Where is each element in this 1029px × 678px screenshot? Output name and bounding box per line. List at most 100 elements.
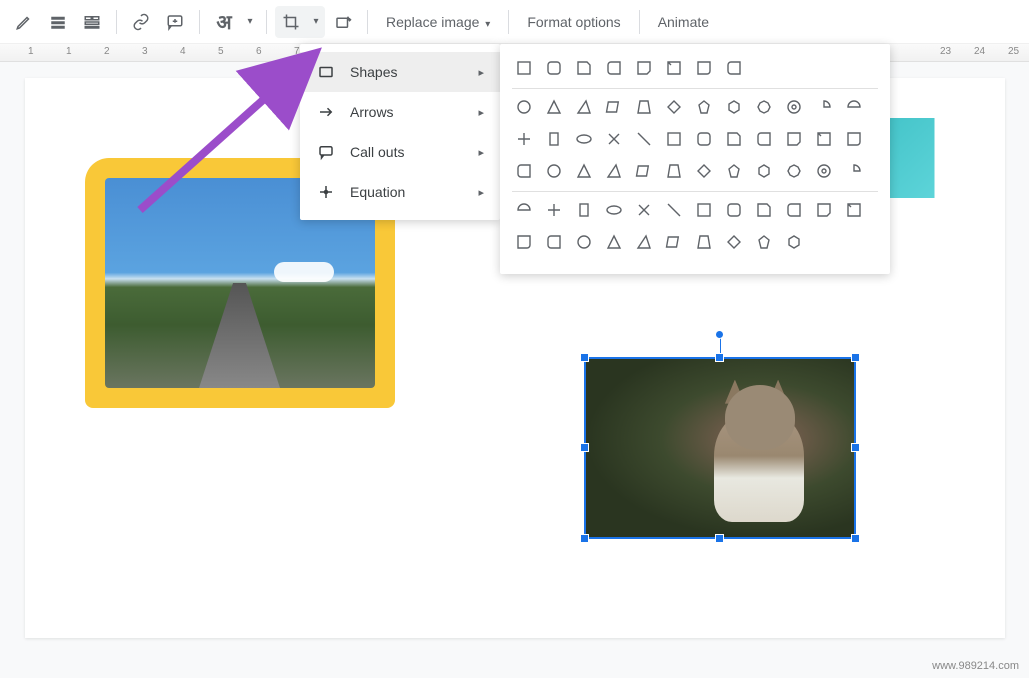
shape-option-3-4[interactable] bbox=[632, 127, 656, 151]
shape-option-5-6[interactable] bbox=[692, 198, 716, 222]
shape-option-1-7[interactable] bbox=[722, 56, 746, 80]
edit-tool-icon[interactable] bbox=[8, 6, 40, 38]
shape-option-4-11[interactable] bbox=[842, 159, 866, 183]
layout-icon[interactable] bbox=[76, 6, 108, 38]
shape-option-2-10[interactable] bbox=[812, 95, 836, 119]
menu-item-callouts[interactable]: Call outs ▸ bbox=[300, 132, 500, 172]
shape-option-2-0[interactable] bbox=[512, 95, 536, 119]
resize-handle-tm[interactable] bbox=[715, 353, 724, 362]
shape-option-4-0[interactable] bbox=[512, 159, 536, 183]
shape-option-3-5[interactable] bbox=[662, 127, 686, 151]
shape-option-5-7[interactable] bbox=[722, 198, 746, 222]
shape-option-2-2[interactable] bbox=[572, 95, 596, 119]
shape-option-6-7[interactable] bbox=[722, 230, 746, 254]
selected-image[interactable] bbox=[585, 358, 855, 538]
shape-option-6-4[interactable] bbox=[632, 230, 656, 254]
shape-row-3 bbox=[512, 127, 878, 151]
shape-option-5-2[interactable] bbox=[572, 198, 596, 222]
shape-option-4-9[interactable] bbox=[782, 159, 806, 183]
shape-option-1-5[interactable] bbox=[662, 56, 686, 80]
resize-handle-br[interactable] bbox=[851, 534, 860, 543]
shape-option-2-4[interactable] bbox=[632, 95, 656, 119]
shape-option-1-0[interactable] bbox=[512, 56, 536, 80]
shape-option-5-3[interactable] bbox=[602, 198, 626, 222]
shape-option-5-8[interactable] bbox=[752, 198, 776, 222]
shape-option-6-8[interactable] bbox=[752, 230, 776, 254]
shape-option-4-7[interactable] bbox=[722, 159, 746, 183]
shape-option-2-1[interactable] bbox=[542, 95, 566, 119]
shape-option-3-3[interactable] bbox=[602, 127, 626, 151]
format-options-button[interactable]: Format options bbox=[517, 8, 630, 36]
shape-option-5-0[interactable] bbox=[512, 198, 536, 222]
shape-option-6-9[interactable] bbox=[782, 230, 806, 254]
shape-option-4-3[interactable] bbox=[602, 159, 626, 183]
shape-option-3-10[interactable] bbox=[812, 127, 836, 151]
resize-handle-mr[interactable] bbox=[851, 443, 860, 452]
resize-handle-bm[interactable] bbox=[715, 534, 724, 543]
menu-item-equation[interactable]: Equation ▸ bbox=[300, 172, 500, 212]
resize-handle-bl[interactable] bbox=[580, 534, 589, 543]
shape-option-1-4[interactable] bbox=[632, 56, 656, 80]
shape-option-2-3[interactable] bbox=[602, 95, 626, 119]
crop-caret-icon[interactable]: ▾ bbox=[307, 6, 325, 38]
shape-option-3-0[interactable] bbox=[512, 127, 536, 151]
shape-option-3-2[interactable] bbox=[572, 127, 596, 151]
shape-option-4-6[interactable] bbox=[692, 159, 716, 183]
rotate-handle[interactable] bbox=[715, 330, 724, 339]
shape-option-4-1[interactable] bbox=[542, 159, 566, 183]
shape-option-3-11[interactable] bbox=[842, 127, 866, 151]
shape-option-4-5[interactable] bbox=[662, 159, 686, 183]
crop-icon[interactable] bbox=[275, 6, 307, 38]
reset-image-icon[interactable] bbox=[327, 6, 359, 38]
text-style-icon[interactable]: अ bbox=[208, 6, 240, 38]
shape-option-6-5[interactable] bbox=[662, 230, 686, 254]
shape-option-3-7[interactable] bbox=[722, 127, 746, 151]
shape-option-4-4[interactable] bbox=[632, 159, 656, 183]
dropdown-caret-icon[interactable]: ▾ bbox=[242, 6, 258, 38]
shape-option-2-8[interactable] bbox=[752, 95, 776, 119]
shape-option-1-3[interactable] bbox=[602, 56, 626, 80]
shape-option-5-9[interactable] bbox=[782, 198, 806, 222]
shape-option-1-2[interactable] bbox=[572, 56, 596, 80]
chevron-right-icon: ▸ bbox=[478, 66, 484, 79]
shape-option-5-1[interactable] bbox=[542, 198, 566, 222]
shape-option-3-9[interactable] bbox=[782, 127, 806, 151]
separator bbox=[639, 10, 640, 34]
shape-option-4-2[interactable] bbox=[572, 159, 596, 183]
mask-dropdown-menu: Shapes ▸ Arrows ▸ Call outs ▸ Equation ▸ bbox=[300, 44, 500, 220]
divider bbox=[512, 88, 878, 89]
shape-option-1-1[interactable] bbox=[542, 56, 566, 80]
shape-option-6-0[interactable] bbox=[512, 230, 536, 254]
shape-option-2-11[interactable] bbox=[842, 95, 866, 119]
comment-icon[interactable] bbox=[159, 6, 191, 38]
shape-option-2-5[interactable] bbox=[662, 95, 686, 119]
shape-row-4 bbox=[512, 159, 878, 183]
shape-option-4-8[interactable] bbox=[752, 159, 776, 183]
resize-handle-tr[interactable] bbox=[851, 353, 860, 362]
shape-option-5-5[interactable] bbox=[662, 198, 686, 222]
shape-option-3-1[interactable] bbox=[542, 127, 566, 151]
shape-option-6-1[interactable] bbox=[542, 230, 566, 254]
resize-handle-tl[interactable] bbox=[580, 353, 589, 362]
replace-image-button[interactable]: Replace image ▾ bbox=[376, 8, 500, 36]
shape-option-5-4[interactable] bbox=[632, 198, 656, 222]
shape-option-5-10[interactable] bbox=[812, 198, 836, 222]
shape-option-6-6[interactable] bbox=[692, 230, 716, 254]
shape-option-2-6[interactable] bbox=[692, 95, 716, 119]
shape-option-5-11[interactable] bbox=[842, 198, 866, 222]
link-icon[interactable] bbox=[125, 6, 157, 38]
resize-handle-ml[interactable] bbox=[580, 443, 589, 452]
shape-option-3-6[interactable] bbox=[692, 127, 716, 151]
shape-option-4-10[interactable] bbox=[812, 159, 836, 183]
shape-option-3-8[interactable] bbox=[752, 127, 776, 151]
menu-item-shapes[interactable]: Shapes ▸ bbox=[300, 52, 500, 92]
shape-option-2-9[interactable] bbox=[782, 95, 806, 119]
shape-option-2-7[interactable] bbox=[722, 95, 746, 119]
menu-item-arrows[interactable]: Arrows ▸ bbox=[300, 92, 500, 132]
crop-dropdown[interactable]: ▾ bbox=[275, 6, 325, 38]
shape-option-6-3[interactable] bbox=[602, 230, 626, 254]
shape-option-6-2[interactable] bbox=[572, 230, 596, 254]
animate-button[interactable]: Animate bbox=[648, 8, 719, 36]
table-icon[interactable] bbox=[42, 6, 74, 38]
shape-option-1-6[interactable] bbox=[692, 56, 716, 80]
